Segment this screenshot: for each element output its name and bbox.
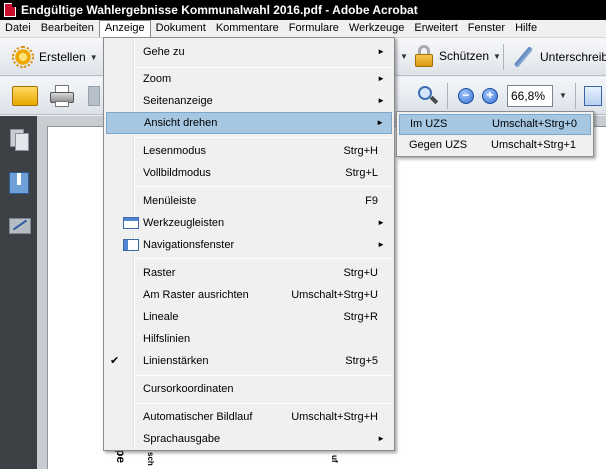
zoom-level-input[interactable]: 66,8%: [507, 85, 553, 107]
menu-item-gehe-zu[interactable]: Gehe zu ►: [106, 41, 392, 63]
bookmark-icon[interactable]: [9, 172, 29, 194]
toolbar-divider: [575, 83, 576, 109]
menu-item-sprachausgabe[interactable]: Sprachausgabe ►: [106, 428, 392, 450]
submenu-arrow-icon: ►: [377, 218, 385, 227]
menu-item-vollbildmodus[interactable]: Vollbildmodus Strg+L: [106, 162, 392, 184]
menu-item-automatischer-bildlauf[interactable]: Automatischer Bildlauf Umschalt+Strg+H: [106, 406, 392, 428]
menu-anzeige[interactable]: Anzeige: [98, 20, 151, 37]
menu-item-cursorkoordinaten[interactable]: Cursorkoordinaten: [106, 378, 392, 400]
menu-divider: [135, 137, 392, 138]
window-title: Endgültige Wahlergebnisse Kommunalwahl 2…: [21, 3, 418, 17]
menu-item-linienstaerken[interactable]: ✔ Linienstärken Strg+5: [106, 350, 392, 372]
protect-button[interactable]: Schützen ▼: [415, 45, 501, 67]
menu-item-lesenmodus[interactable]: Lesenmodus Strg+H: [106, 140, 392, 162]
menu-dokument[interactable]: Dokument: [151, 20, 211, 37]
anzeige-menu: Gehe zu ► Zoom ► Seitenanzeige ► Ansicht…: [103, 37, 395, 451]
toolbar-divider: [447, 83, 448, 109]
zoom-dropdown-icon[interactable]: ▼: [557, 86, 569, 106]
sign-label: Unterschreib: [540, 50, 606, 64]
pdf-app-icon[interactable]: [4, 3, 16, 17]
check-icon: ✔: [110, 355, 120, 367]
navigation-pane: [0, 116, 37, 469]
menu-item-seitenanzeige[interactable]: Seitenanzeige ►: [106, 90, 392, 112]
menu-item-hilfslinien[interactable]: Hilfslinien: [106, 328, 392, 350]
create-label: Erstellen: [39, 50, 86, 64]
menu-item-werkzeugleisten[interactable]: Werkzeugleisten ►: [106, 212, 392, 234]
submenu-arrow-icon: ►: [377, 434, 385, 443]
menu-item-zoom[interactable]: Zoom ►: [106, 68, 392, 90]
signature-icon[interactable]: [9, 214, 31, 236]
menu-divider: [135, 186, 392, 187]
folder-icon[interactable]: [12, 86, 38, 106]
sign-button[interactable]: Unterschreib: [512, 46, 606, 68]
menu-werkzeuge[interactable]: Werkzeuge: [344, 20, 409, 37]
chevron-down-icon: ▼: [89, 52, 98, 62]
chevron-down-icon: ▼: [493, 51, 501, 61]
menu-item-gegen-uzs[interactable]: Gegen UZS Umschalt+Strg+1: [399, 135, 591, 156]
gear-icon: [12, 46, 34, 68]
menu-divider: [135, 375, 392, 376]
menu-fenster[interactable]: Fenster: [463, 20, 510, 37]
page-text: uf: [330, 455, 339, 463]
disk-icon[interactable]: [88, 86, 100, 106]
page-text: pe: [114, 449, 128, 464]
pages-icon[interactable]: [9, 128, 29, 151]
menu-item-raster[interactable]: Raster Strg+U: [106, 262, 392, 284]
title-bar: Endgültige Wahlergebnisse Kommunalwahl 2…: [0, 0, 606, 20]
lock-icon: [415, 45, 433, 67]
menu-erweitert[interactable]: Erweitert: [409, 20, 462, 37]
menu-item-am-raster-ausrichten[interactable]: Am Raster ausrichten Umschalt+Strg+U: [106, 284, 392, 306]
submenu-arrow-icon: ►: [377, 74, 385, 83]
menu-kommentare[interactable]: Kommentare: [211, 20, 284, 37]
protect-label: Schützen: [439, 49, 490, 63]
menu-datei[interactable]: Datei: [0, 20, 36, 37]
submenu-arrow-icon: ►: [377, 240, 385, 249]
submenu-arrow-icon: ►: [377, 47, 385, 56]
menu-bar: Datei Bearbeiten Anzeige Dokument Kommen…: [0, 20, 606, 38]
page-text: sch: [146, 452, 155, 466]
chevron-down-icon[interactable]: ▼: [400, 52, 408, 61]
menu-item-im-uzs[interactable]: Im UZS Umschalt+Strg+0: [399, 114, 591, 135]
zoom-out-icon[interactable]: −: [458, 88, 474, 104]
create-button[interactable]: Erstellen ▼: [12, 46, 98, 68]
menu-formulare[interactable]: Formulare: [284, 20, 344, 37]
printer-icon[interactable]: [50, 85, 74, 107]
magnifier-icon[interactable]: [416, 85, 439, 107]
navigation-pane-icon: [123, 239, 139, 251]
menu-hilfe[interactable]: Hilfe: [510, 20, 542, 37]
menu-item-ansicht-drehen[interactable]: Ansicht drehen ►: [106, 112, 392, 134]
menu-item-menueleiste[interactable]: Menüleiste F9: [106, 190, 392, 212]
menu-bearbeiten[interactable]: Bearbeiten: [36, 20, 99, 37]
menu-item-lineale[interactable]: Lineale Strg+R: [106, 306, 392, 328]
submenu-arrow-icon: ►: [376, 118, 384, 127]
fit-page-icon[interactable]: [584, 86, 602, 106]
zoom-in-icon[interactable]: +: [482, 88, 498, 104]
submenu-arrow-icon: ►: [377, 96, 385, 105]
pen-icon: [512, 46, 534, 68]
menu-item-navigationsfenster[interactable]: Navigationsfenster ►: [106, 234, 392, 256]
toolbar-icon: [123, 217, 139, 229]
menu-divider: [135, 258, 392, 259]
ansicht-drehen-submenu: Im UZS Umschalt+Strg+0 Gegen UZS Umschal…: [396, 111, 594, 157]
menu-divider: [135, 403, 392, 404]
toolbar-divider: [503, 44, 504, 70]
